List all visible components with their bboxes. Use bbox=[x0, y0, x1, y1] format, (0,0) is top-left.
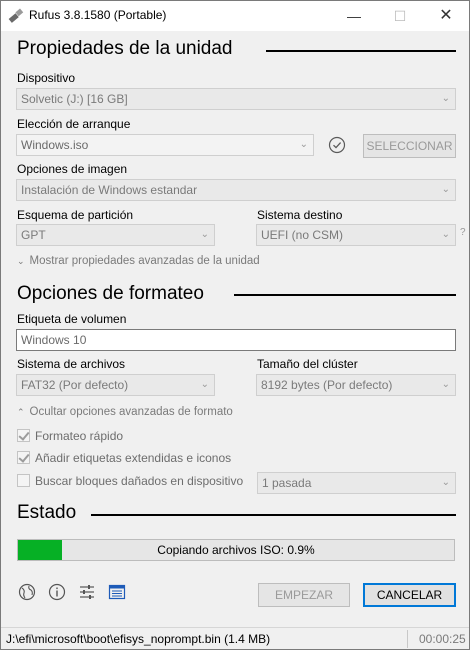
status-divider bbox=[407, 630, 408, 648]
info-icon[interactable] bbox=[48, 583, 66, 601]
select-button[interactable]: SELECCIONAR bbox=[363, 134, 456, 158]
status-bar: J:\efi\microsoft\boot\efisys_noprompt.bi… bbox=[1, 627, 469, 649]
maximize-button[interactable]: ☐ bbox=[377, 1, 423, 31]
chevron-down-icon: ⌄ bbox=[200, 229, 209, 240]
partition-scheme-label: Esquema de partición bbox=[17, 208, 134, 222]
chevron-down-icon: ⌄ bbox=[441, 379, 450, 390]
file-system-dropdown[interactable]: FAT32 (Por defecto) ⌄ bbox=[16, 374, 215, 396]
device-label: Dispositivo bbox=[17, 71, 76, 85]
volume-label-input[interactable] bbox=[16, 329, 456, 351]
globe-icon[interactable] bbox=[18, 583, 36, 601]
checkbox-unchecked-icon bbox=[17, 474, 30, 487]
format-options-heading: Opciones de formateo bbox=[17, 283, 204, 304]
partition-scheme-dropdown[interactable]: GPT ⌄ bbox=[16, 224, 215, 246]
settings-sliders-icon[interactable] bbox=[78, 583, 96, 601]
cluster-size-value: 8192 bytes (Por defecto) bbox=[261, 378, 393, 392]
close-button[interactable]: ✕ bbox=[423, 1, 469, 31]
show-advanced-drive-toggle[interactable]: ⌄ Mostrar propiedades avanzadas de la uni… bbox=[17, 255, 260, 267]
start-button[interactable]: EMPEZAR bbox=[258, 583, 350, 607]
device-value: Solvetic (J:) [16 GB] bbox=[21, 92, 128, 106]
passes-value: 1 pasada bbox=[262, 476, 312, 490]
chevron-down-icon: ⌄ bbox=[441, 184, 450, 195]
minimize-button[interactable]: — bbox=[331, 1, 377, 31]
quick-format-label: Formateo rápido bbox=[35, 429, 124, 443]
boot-selection-label: Elección de arranque bbox=[17, 117, 131, 131]
boot-selection-value: Windows.iso bbox=[21, 138, 89, 152]
section-divider bbox=[91, 514, 456, 516]
hide-advanced-format-label: Ocultar opciones avanzadas de formato bbox=[29, 406, 233, 418]
image-option-label: Opciones de imagen bbox=[17, 162, 128, 176]
extended-labels-checkbox[interactable]: Añadir etiquetas extendidas e iconos bbox=[17, 451, 231, 465]
drive-properties-heading: Propiedades de la unidad bbox=[17, 38, 233, 59]
extended-labels-label: Añadir etiquetas extendidas e iconos bbox=[35, 451, 232, 465]
quick-format-checkbox[interactable]: Formateo rápido bbox=[17, 429, 123, 443]
target-system-dropdown[interactable]: UEFI (no CSM) ⌄ bbox=[256, 224, 456, 246]
chevron-up-icon: ⌃ bbox=[17, 407, 25, 417]
chevron-down-icon: ⌄ bbox=[441, 93, 450, 104]
chevron-down-icon: ⌄ bbox=[200, 379, 209, 390]
boot-selection-dropdown[interactable]: Windows.iso ⌄ bbox=[16, 134, 314, 156]
help-question-icon[interactable]: ? bbox=[460, 227, 466, 238]
chevron-down-icon: ⌄ bbox=[17, 256, 25, 266]
status-heading: Estado bbox=[17, 502, 77, 523]
checkbox-checked-icon bbox=[17, 429, 30, 442]
section-divider bbox=[234, 294, 456, 296]
cancel-button[interactable]: CANCELAR bbox=[363, 583, 456, 607]
passes-dropdown[interactable]: 1 pasada ⌄ bbox=[257, 472, 456, 494]
elapsed-time: 00:00:25 bbox=[419, 632, 466, 646]
image-option-dropdown[interactable]: Instalación de Windows estandar ⌄ bbox=[16, 179, 456, 201]
volume-label-label: Etiqueta de volumen bbox=[17, 312, 127, 326]
checkbox-checked-icon bbox=[17, 451, 30, 464]
image-option-value: Instalación de Windows estandar bbox=[21, 183, 198, 197]
device-dropdown[interactable]: Solvetic (J:) [16 GB] ⌄ bbox=[16, 88, 456, 110]
status-path-text: J:\efi\microsoft\boot\efisys_noprompt.bi… bbox=[6, 632, 271, 646]
usb-drive-icon bbox=[8, 8, 24, 23]
chevron-down-icon: ⌄ bbox=[441, 477, 450, 488]
section-divider bbox=[266, 50, 456, 52]
rufus-window: Rufus 3.8.1580 (Portable) — ☐ ✕ Propieda… bbox=[0, 0, 470, 650]
file-system-value: FAT32 (Por defecto) bbox=[21, 378, 129, 392]
cluster-size-dropdown[interactable]: 8192 bytes (Por defecto) ⌄ bbox=[256, 374, 456, 396]
hide-advanced-format-toggle[interactable]: ⌃ Ocultar opciones avanzadas de formato bbox=[17, 406, 233, 418]
chevron-down-icon: ⌄ bbox=[441, 229, 450, 240]
bad-blocks-checkbox[interactable]: Buscar bloques dañados en dispositivo bbox=[17, 474, 243, 488]
bad-blocks-label: Buscar bloques dañados en dispositivo bbox=[35, 474, 244, 488]
file-system-label: Sistema de archivos bbox=[17, 357, 126, 371]
title-bar: Rufus 3.8.1580 (Portable) — ☐ ✕ bbox=[1, 1, 469, 31]
chevron-down-icon: ⌄ bbox=[299, 139, 308, 150]
target-system-label: Sistema destino bbox=[257, 208, 343, 222]
check-circle-icon[interactable] bbox=[328, 136, 346, 154]
progress-bar: Copiando archivos ISO: 0.9% bbox=[17, 539, 455, 561]
target-system-value: UEFI (no CSM) bbox=[261, 228, 344, 242]
partition-scheme-value: GPT bbox=[21, 228, 46, 242]
log-icon[interactable] bbox=[108, 583, 126, 601]
progress-text: Copiando archivos ISO: 0.9% bbox=[157, 543, 315, 557]
window-title: Rufus 3.8.1580 (Portable) bbox=[29, 8, 167, 22]
cluster-size-label: Tamaño del clúster bbox=[257, 357, 358, 371]
show-advanced-drive-label: Mostrar propiedades avanzadas de la unid… bbox=[29, 255, 260, 267]
